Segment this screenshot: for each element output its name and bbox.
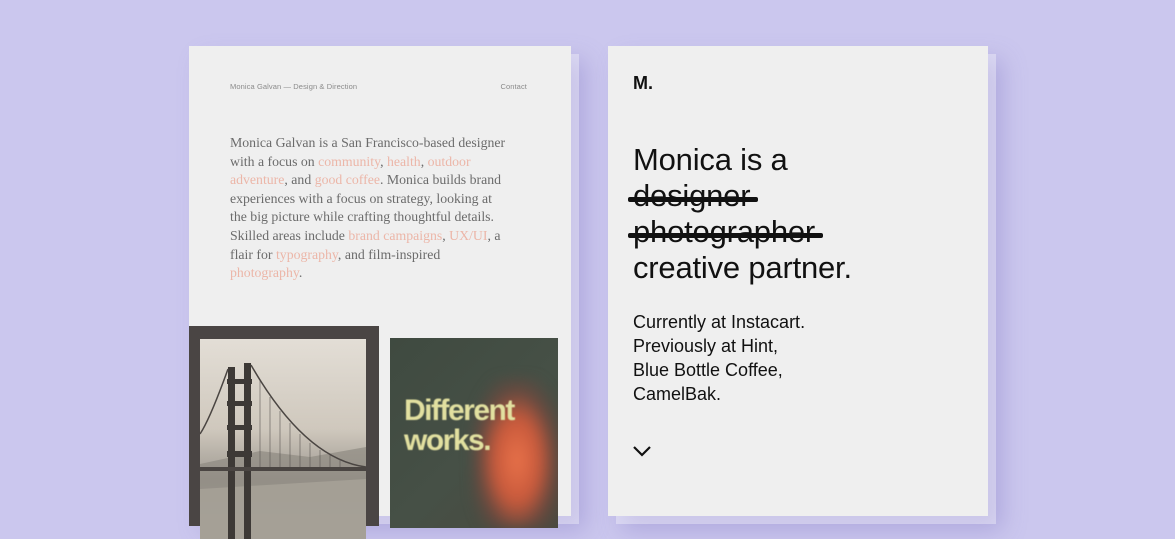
- roles-text: Currently at Instacart. Previously at Hi…: [633, 310, 953, 406]
- bio-highlight-link[interactable]: typography: [276, 247, 338, 262]
- bio-highlight-link[interactable]: health: [387, 154, 421, 169]
- logo[interactable]: M.: [633, 73, 653, 94]
- bridge-photo[interactable]: [189, 326, 379, 539]
- bridge-illustration: [200, 363, 366, 539]
- role-line: Blue Bottle Coffee,: [633, 360, 783, 380]
- bio-highlight-link[interactable]: brand campaigns: [348, 228, 442, 243]
- chevron-down-icon[interactable]: [632, 444, 652, 458]
- bio-highlight-link[interactable]: UX/UI: [449, 228, 487, 243]
- right-website-card: M. Monica is a designer photographer cre…: [608, 46, 988, 516]
- bio-text: ,: [380, 153, 387, 169]
- bio-highlight-link[interactable]: photography: [230, 265, 299, 280]
- role-line: Previously at Hint,: [633, 336, 779, 356]
- bridge-photo-image: [200, 339, 366, 539]
- left-website-card: Monica Galvan — Design & Direction Conta…: [189, 46, 571, 539]
- bio-text: , and: [284, 172, 315, 188]
- bio-paragraph: Monica Galvan is a San Francisco-based d…: [230, 134, 510, 283]
- headline-line-4: creative partner.: [633, 250, 852, 285]
- bio-text: , and film-inspired: [337, 246, 441, 262]
- struck-word-photographer: photographer: [627, 214, 824, 249]
- contact-link[interactable]: Contact: [500, 82, 527, 91]
- headline-line-1: Monica is a: [633, 142, 788, 177]
- bio-highlight-link[interactable]: community: [318, 154, 380, 169]
- poster-text: Different works.: [404, 396, 558, 456]
- top-nav: Monica Galvan — Design & Direction Conta…: [230, 82, 527, 91]
- hero-headline: Monica is a designer photographer creati…: [627, 142, 973, 286]
- role-line: Currently at Instacart.: [633, 312, 806, 332]
- bio-text: ,: [420, 153, 428, 169]
- role-line: CamelBak.: [633, 384, 722, 404]
- poster-line-1: Different: [404, 394, 515, 427]
- bio-text: .: [298, 265, 303, 281]
- poster-line-2: works.: [404, 424, 492, 457]
- site-title-link[interactable]: Monica Galvan — Design & Direction: [230, 82, 357, 91]
- struck-word-designer: designer: [627, 178, 759, 213]
- bio-highlight-link[interactable]: good coffee: [315, 172, 380, 187]
